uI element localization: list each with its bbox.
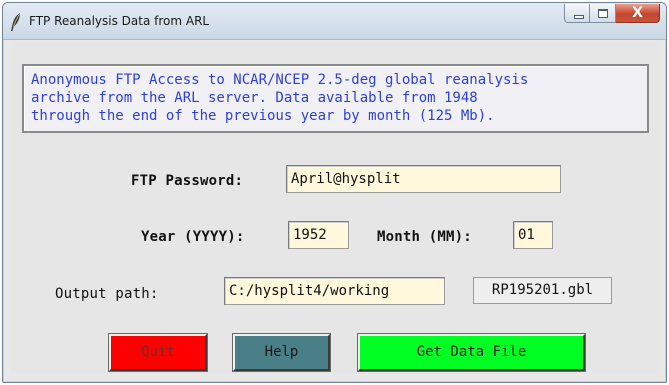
get-data-file-button[interactable]: Get Data File [357, 333, 586, 372]
close-icon: X [632, 5, 643, 21]
close-button[interactable]: X [616, 4, 660, 23]
month-label: Month (MM): [377, 229, 472, 245]
year-field[interactable] [288, 221, 349, 249]
feather-pen-icon [11, 13, 20, 31]
output-path-field[interactable] [224, 277, 445, 305]
year-label: Year (YYYY): [141, 229, 245, 245]
window-title: FTP Reanalysis Data from ARL [29, 14, 210, 28]
info-message: Anonymous FTP Access to NCAR/NCEP 2.5-de… [22, 64, 649, 133]
password-label: FTP Password: [131, 173, 244, 189]
app-window: FTP Reanalysis Data from ARL X Anonymous… [2, 2, 667, 383]
maximize-icon [598, 9, 608, 18]
password-field[interactable] [286, 165, 561, 193]
title-bar[interactable]: FTP Reanalysis Data from ARL X [3, 3, 666, 40]
quit-button[interactable]: Quit [108, 333, 208, 372]
month-field[interactable] [513, 221, 553, 249]
output-filename: RP195201.gbl [473, 277, 612, 304]
dialog-body: Anonymous FTP Access to NCAR/NCEP 2.5-de… [11, 41, 658, 374]
output-path-label: Output path: [55, 286, 159, 302]
help-button[interactable]: Help [232, 333, 331, 372]
window-controls: X [564, 4, 660, 24]
minimize-icon [574, 15, 584, 19]
minimize-button[interactable] [564, 4, 590, 23]
maximize-button[interactable] [590, 4, 616, 23]
